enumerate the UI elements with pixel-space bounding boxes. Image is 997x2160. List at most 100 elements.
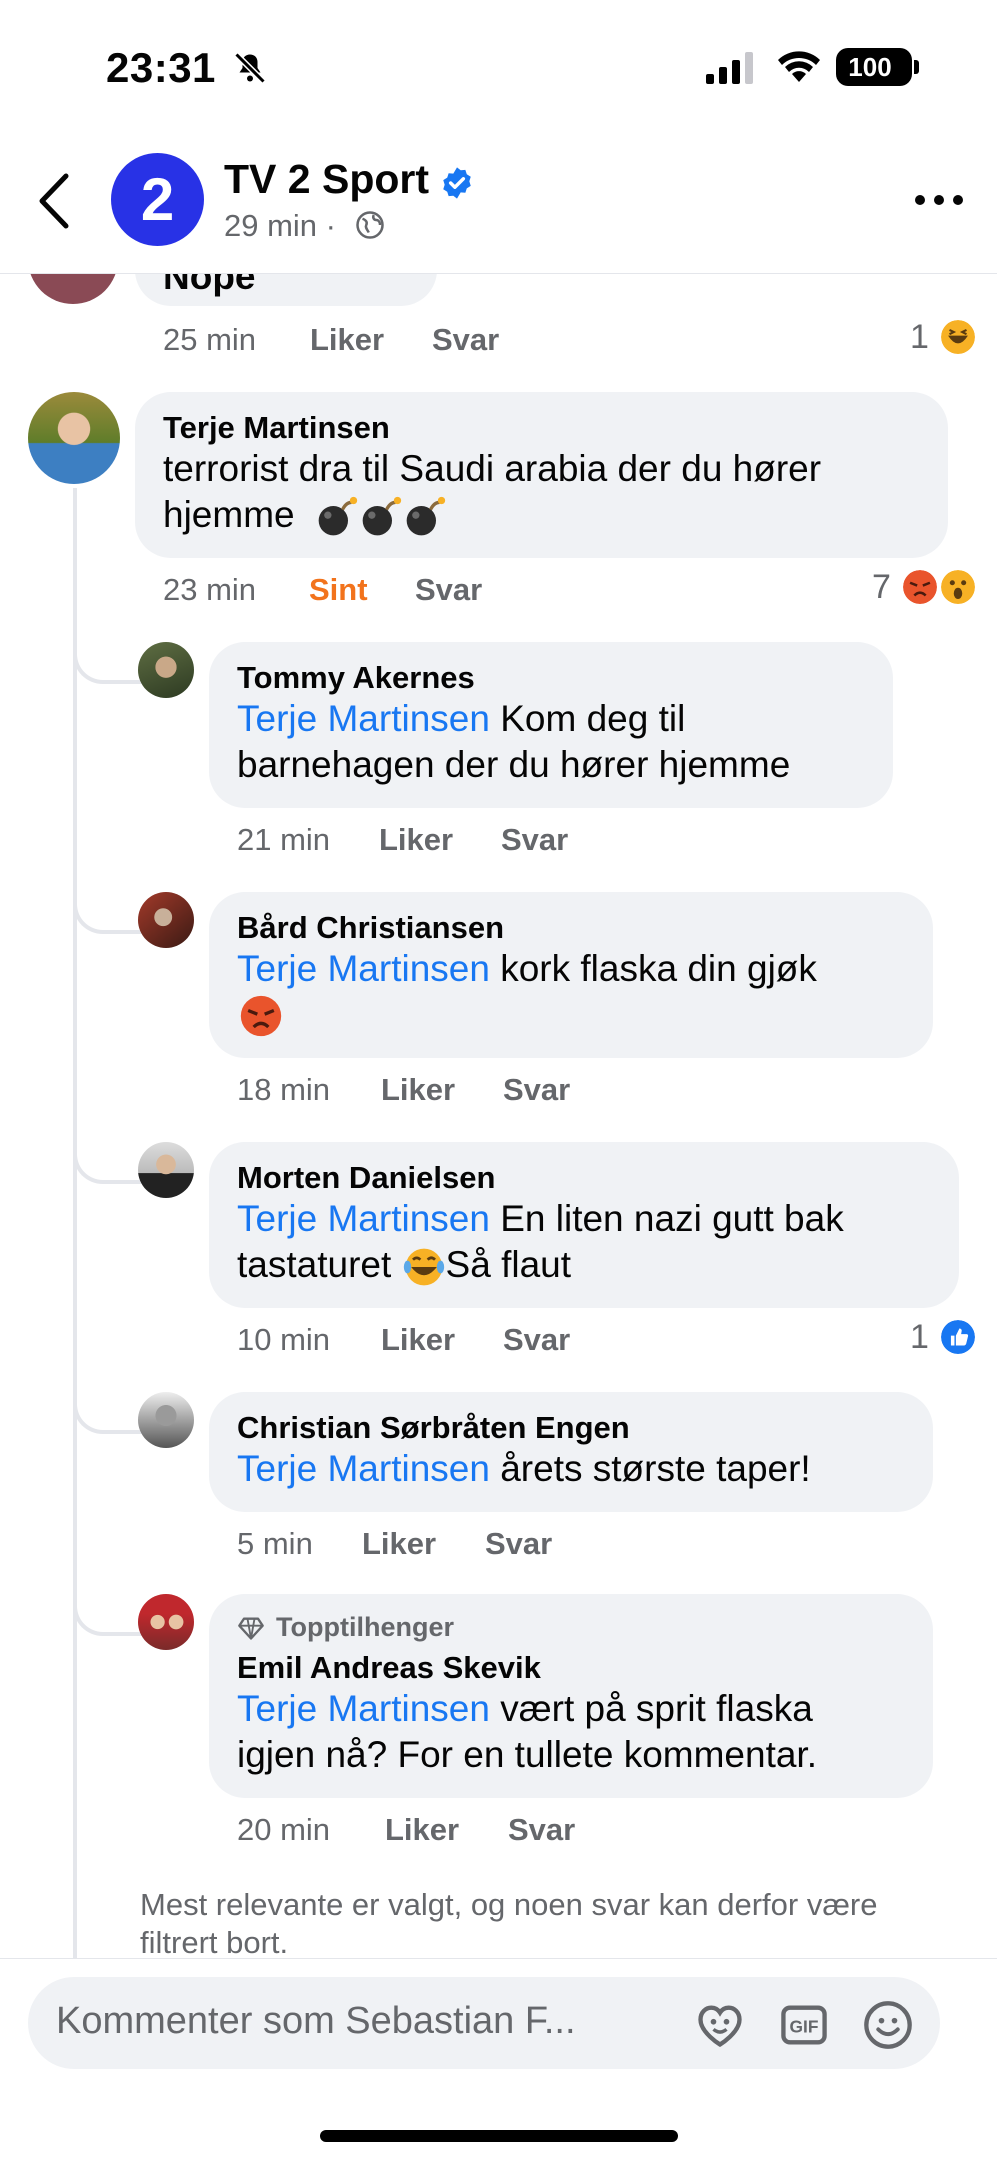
back-arrow-icon[interactable] (30, 166, 80, 236)
mention-link[interactable]: Terje Martinsen (237, 1198, 490, 1239)
like-button[interactable]: Liker (381, 1322, 455, 1358)
reaction-count: 7 (872, 568, 891, 606)
avatar[interactable] (138, 1392, 194, 1448)
comments-list: Nope 25 min Liker Svar 1 Terje Martinsen… (0, 274, 997, 1960)
comment-time: 20 min (237, 1812, 331, 1847)
comment-time: 10 min (237, 1322, 331, 1357)
thread-line (73, 488, 77, 1960)
avatar[interactable] (138, 1142, 194, 1198)
reply-button[interactable]: Svar (501, 822, 568, 858)
status-time: 23:31 (106, 44, 216, 91)
comment-bubble[interactable]: Tommy Akernes Terje Martinsen Kom deg ti… (209, 642, 893, 808)
avatar[interactable] (28, 392, 120, 484)
smiley-icon[interactable] (862, 1999, 914, 2051)
reply-button[interactable]: Svar (508, 1812, 575, 1848)
like-button[interactable]: Liker (379, 822, 453, 858)
battery-level: 100 (848, 52, 892, 82)
comment-author[interactable]: Bård Christiansen (237, 910, 504, 946)
page-name[interactable]: TV 2 Sport (224, 156, 429, 203)
page-avatar[interactable]: 2 (111, 153, 204, 246)
like-button[interactable]: Liker (381, 1072, 455, 1108)
home-indicator[interactable] (320, 2130, 678, 2142)
mention-link[interactable]: Terje Martinsen (237, 1448, 490, 1489)
comment-text-line1: Terje Martinsen kork flaska din gjøk (237, 946, 817, 992)
thread-branch (73, 890, 143, 934)
angry-icon (900, 567, 940, 607)
more-icon[interactable] (912, 180, 966, 220)
comment-text-part: hjemme (163, 494, 295, 535)
comment-author[interactable]: Morten Danielsen (237, 1160, 495, 1196)
comment-text-part: tastaturet (237, 1244, 402, 1285)
tears-of-joy-emoji (403, 1248, 444, 1286)
reaction-button-angry[interactable]: Sint (309, 572, 368, 608)
avatar[interactable] (138, 892, 194, 948)
avatar[interactable] (28, 274, 118, 304)
comment-bubble[interactable]: Terje Martinsen terrorist dra til Saudi … (135, 392, 948, 558)
like-button[interactable]: Liker (310, 322, 384, 358)
gif-icon[interactable]: GIF (778, 1999, 830, 2051)
comment-bubble[interactable]: Christian Sørbråten Engen Terje Martinse… (209, 1392, 933, 1512)
bomb-icon (406, 497, 446, 536)
comment-time: 18 min (237, 1072, 331, 1107)
avatar[interactable] (138, 1594, 194, 1650)
comment-author[interactable]: Christian Sørbråten Engen (237, 1410, 630, 1446)
comment-text-part: vært på sprit flaska (489, 1688, 813, 1729)
comment-text-line2: tastaturet Så flaut (237, 1242, 571, 1289)
comment-author[interactable]: Terje Martinsen (163, 410, 390, 446)
diamond-icon (238, 1617, 264, 1640)
like-button[interactable]: Liker (385, 1812, 459, 1848)
thread-branch (73, 1390, 143, 1434)
thread-branch (73, 1592, 143, 1636)
comment-time: 5 min (237, 1526, 313, 1561)
comment-time: 25 min (163, 322, 257, 357)
comment-bubble[interactable]: Morten Danielsen Terje Martinsen En lite… (209, 1142, 959, 1308)
reply-button[interactable]: Svar (485, 1526, 552, 1562)
comment-text-line2: barnehagen der du hører hjemme (237, 744, 791, 785)
filter-note: Mest relevante er valgt, og noen svar ka… (140, 1887, 878, 1960)
comment-text-line1: Terje Martinsen vært på sprit flaska (237, 1686, 813, 1732)
battery-icon: 100 (836, 48, 919, 86)
comment-text-part: En liten nazi gutt bak (489, 1198, 844, 1239)
reply-button[interactable]: Svar (432, 322, 499, 358)
comment-bubble[interactable]: Topptilhenger Emil Andreas Skevik Terje … (209, 1594, 933, 1798)
comment-bubble[interactable]: Nope (135, 274, 437, 306)
mention-link[interactable]: Terje Martinsen (237, 948, 490, 989)
like-button[interactable]: Liker (362, 1526, 436, 1562)
mention-link[interactable]: Terje Martinsen (237, 1688, 490, 1729)
comment-author[interactable]: Tommy Akernes (237, 660, 475, 696)
comment-text-line2: hjemme (163, 492, 447, 539)
thread-branch (73, 640, 143, 684)
reply-button[interactable]: Svar (503, 1072, 570, 1108)
comment-bubble[interactable]: Bård Christiansen Terje Martinsen kork f… (209, 892, 933, 1058)
comment-input[interactable]: Kommenter som Sebastian F... GIF (28, 1977, 940, 2069)
comment-text-part: årets største taper! (489, 1448, 811, 1489)
comment-text-line1: Terje Martinsen Kom deg til (237, 696, 685, 742)
verified-badge-icon (443, 167, 471, 199)
comment-time: 23 min (163, 572, 257, 607)
like-icon (938, 1317, 978, 1357)
haha-icon (938, 317, 978, 357)
wow-icon (938, 567, 978, 607)
post-time: 29 min · (224, 208, 336, 243)
comment-time: 21 min (237, 822, 331, 857)
reply-button[interactable]: Svar (415, 572, 482, 608)
avatar[interactable] (138, 642, 194, 698)
top-fan-badge: Topptilhenger (276, 1612, 454, 1642)
reaction-count: 1 (910, 1318, 929, 1356)
comment-text: terrorist dra til Saudi arabia der du hø… (163, 448, 822, 489)
mention-link[interactable]: Terje Martinsen (237, 698, 490, 739)
thread-branch (73, 1140, 143, 1184)
comment-text-part: Så flaut (445, 1244, 572, 1285)
status-bar: 23:31 100 (0, 0, 997, 130)
comment-input-placeholder: Kommenter som Sebastian F... (56, 2000, 576, 2042)
page-avatar-letter: 2 (140, 166, 175, 233)
avatar-sticker-icon[interactable] (694, 1999, 746, 2051)
bell-slash-icon (234, 52, 266, 84)
comment-author[interactable]: Emil Andreas Skevik (237, 1650, 541, 1686)
angry-emoji (240, 995, 282, 1037)
comment-text-line1: Terje Martinsen En liten nazi gutt bak (237, 1196, 844, 1242)
comment-text: Nope (163, 274, 256, 297)
comment-text-line2: igjen nå? For en tullete kommentar. (237, 1734, 817, 1775)
reply-button[interactable]: Svar (503, 1322, 570, 1358)
post-header: 2 TV 2 Sport 29 min · (0, 130, 997, 274)
